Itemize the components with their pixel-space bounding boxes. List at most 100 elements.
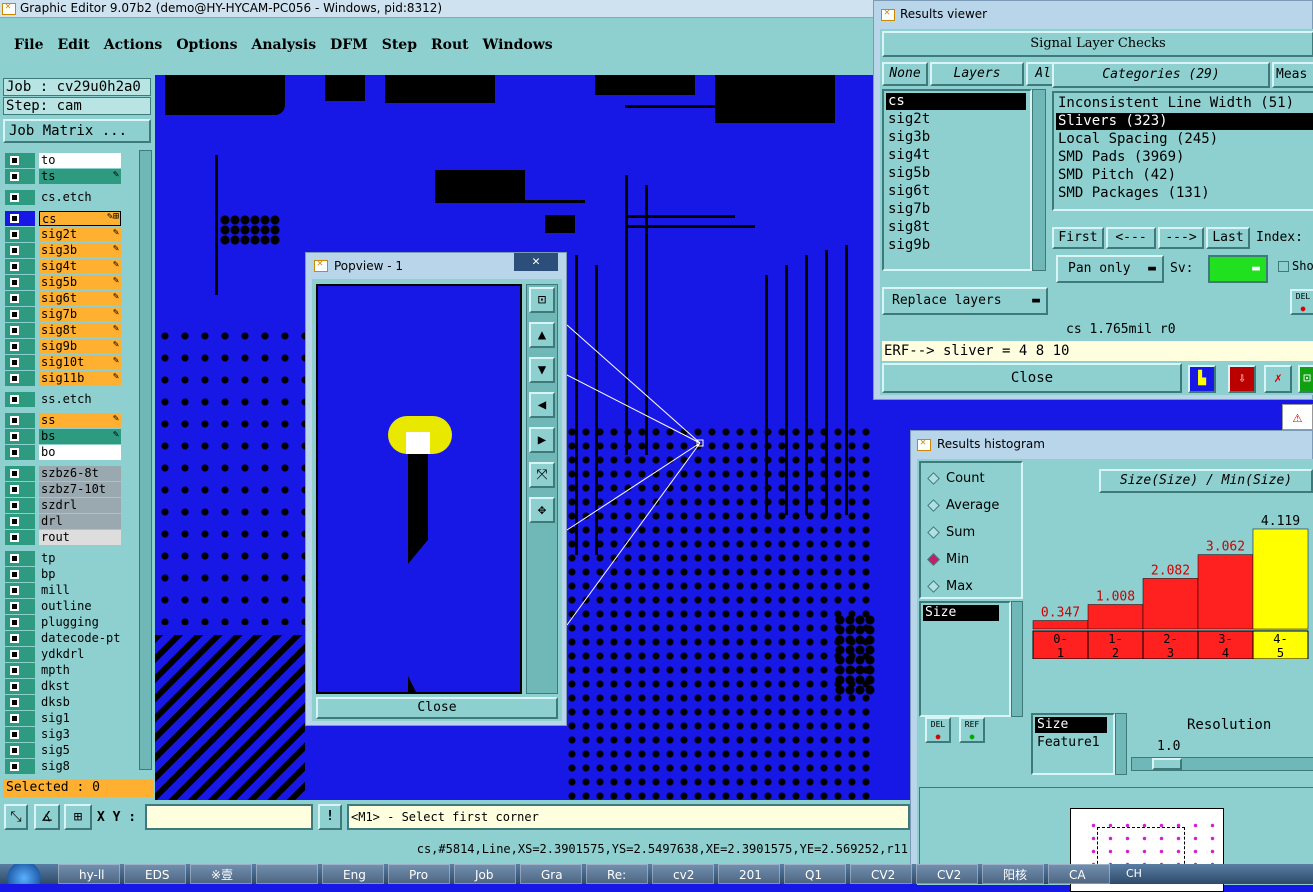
taskbar-item[interactable] [256,864,318,884]
menu-step[interactable]: Step [382,37,417,53]
layer-checkbox[interactable] [5,711,35,726]
last-button[interactable]: Last [1206,227,1250,249]
pan-left-icon[interactable]: ◀ [529,392,555,418]
layer-row-sig8[interactable]: sig8 [5,759,122,774]
layer-row-dkst[interactable]: dkst [5,679,122,694]
taskbar-item[interactable]: cv2 [652,864,714,884]
histogram-bar[interactable] [1197,554,1254,630]
pan-right-icon[interactable]: ▶ [529,427,555,453]
layer-checkbox[interactable] [5,615,35,630]
histogram-delete-button[interactable]: DEL ● [925,717,951,743]
taskbar-item[interactable]: Re: [586,864,648,884]
results-close-button[interactable]: Close [882,363,1182,393]
layer-row-sig9b[interactable]: sig9b ✎ [5,339,122,354]
pan-down-icon[interactable]: ▼ [529,357,555,383]
taskbar-item[interactable]: Q1 [784,864,846,884]
warning-icon[interactable]: ⚠ [1282,404,1313,430]
taskbar-item[interactable]: Gra [520,864,582,884]
layer-checkbox[interactable] [5,466,35,481]
feature-list-scrollbar[interactable] [1115,713,1127,775]
zoom-fit-icon[interactable]: ⊡ [529,287,555,313]
histogram-refresh-button[interactable]: REF ● [959,717,985,743]
layer-checkbox[interactable] [5,599,35,614]
menu-analysis[interactable]: Analysis [251,37,316,53]
histogram-bar[interactable] [1032,620,1089,630]
radio-icon[interactable] [927,499,940,512]
menu-actions[interactable]: Actions [104,37,163,53]
menu-options[interactable]: Options [176,37,237,53]
taskbar-item[interactable]: hy-ll [58,864,120,884]
layer-row-sig4t[interactable]: sig4t ✎ [5,259,122,274]
option-count[interactable]: Count [927,471,985,486]
radio-icon[interactable] [927,580,940,593]
layer-row-sig10t[interactable]: sig10t ✎ [5,355,122,370]
option-sum[interactable]: Sum [927,525,975,540]
start-button[interactable] [0,864,48,884]
resolution-slider-handle[interactable] [1152,758,1182,770]
zoom-out-icon[interactable]: ✥ [529,497,555,523]
layer-row-sig8t[interactable]: sig8t ✎ [5,323,122,338]
layer-checkbox[interactable] [5,291,35,306]
layer-checkbox[interactable] [5,392,35,407]
result-layer-item[interactable]: sig8t [886,219,1026,236]
layers-list[interactable]: cs sig2t sig3b sig4t sig5b sig6t sig7b sig8t sig… [882,89,1032,271]
layer-row-drl[interactable]: drl [5,514,122,529]
layer-checkbox[interactable] [5,551,35,566]
clear-icon[interactable]: ✗ [1264,365,1292,393]
layer-checkbox[interactable] [5,355,35,370]
layer-row-bo[interactable]: bo [5,445,122,460]
radio-icon[interactable] [927,472,940,485]
alert-icon[interactable]: ! [318,804,342,830]
delete-button[interactable]: DEL ● [1290,289,1313,315]
show-checkbox[interactable] [1278,261,1289,272]
zoom-in-icon[interactable]: ⤧ [529,462,555,488]
layer-checkbox[interactable] [5,663,35,678]
xy-input[interactable] [145,804,313,830]
layer-row-cs.etch[interactable]: cs.etch [5,190,122,205]
layer-checkbox[interactable] [5,583,35,598]
job-matrix-button[interactable]: Job Matrix ... [3,119,151,143]
result-layer-item[interactable]: sig2t [886,111,1026,128]
result-layer-item[interactable]: sig3b [886,129,1026,146]
layer-row-outline[interactable]: outline [5,599,122,614]
result-layer-item[interactable]: sig4t [886,147,1026,164]
layer-checkbox[interactable] [5,498,35,513]
layer-checkbox[interactable] [5,647,35,662]
layer-list[interactable]: to ts ✎ cs.etch cs ✎⊞ sig2t ✎ sig3b ✎ sig4t ✎ sig5b ✎… [0,153,140,848]
taskbar-item[interactable]: EDS [124,864,186,884]
layer-row-sig3b[interactable]: sig3b ✎ [5,243,122,258]
layer-checkbox[interactable] [5,190,35,205]
size-list-scrollbar[interactable] [1011,601,1023,717]
layer-checkbox[interactable] [5,307,35,322]
popview-close-x-button[interactable]: ✕ [514,253,558,271]
taskbar-item[interactable]: CV2 [916,864,978,884]
layer-checkbox[interactable] [5,743,35,758]
result-layer-item[interactable]: sig5b [886,165,1026,182]
category-item[interactable]: Local Spacing (245) [1056,131,1313,148]
option-min[interactable]: Min [927,552,969,567]
export-icon[interactable]: ⇩ [1228,365,1256,393]
layer-row-szbz7-10t[interactable]: szbz7-10t [5,482,122,497]
category-item[interactable]: Inconsistent Line Width (51) [1056,95,1313,112]
layer-row-sig11b[interactable]: sig11b ✎ [5,371,122,386]
layer-checkbox[interactable] [5,631,35,646]
first-button[interactable]: First [1052,227,1104,249]
taskbar-item[interactable]: Eng [322,864,384,884]
taskbar-item[interactable]: CV2 [850,864,912,884]
category-item[interactable]: SMD Pads (3969) [1056,149,1313,166]
taskbar-item[interactable]: 阳核 [982,864,1044,884]
radio-icon[interactable] [927,526,940,539]
taskbar-item[interactable]: Job [454,864,516,884]
result-layer-item[interactable]: cs [886,93,1026,110]
category-item[interactable]: SMD Pitch (42) [1056,167,1313,184]
prev-button[interactable]: <--- [1106,227,1156,249]
layer-checkbox[interactable] [5,727,35,742]
layer-row-sig2t[interactable]: sig2t ✎ [5,227,122,242]
menu-dfm[interactable]: DFM [330,37,368,53]
layer-checkbox[interactable] [5,259,35,274]
layer-checkbox[interactable] [5,275,35,290]
taskbar-item[interactable]: 201 [718,864,780,884]
layer-row-szdrl[interactable]: szdrl [5,498,122,513]
replace-layers-select[interactable]: Replace layers ▬ [882,287,1048,315]
layer-checkbox[interactable] [5,429,35,444]
